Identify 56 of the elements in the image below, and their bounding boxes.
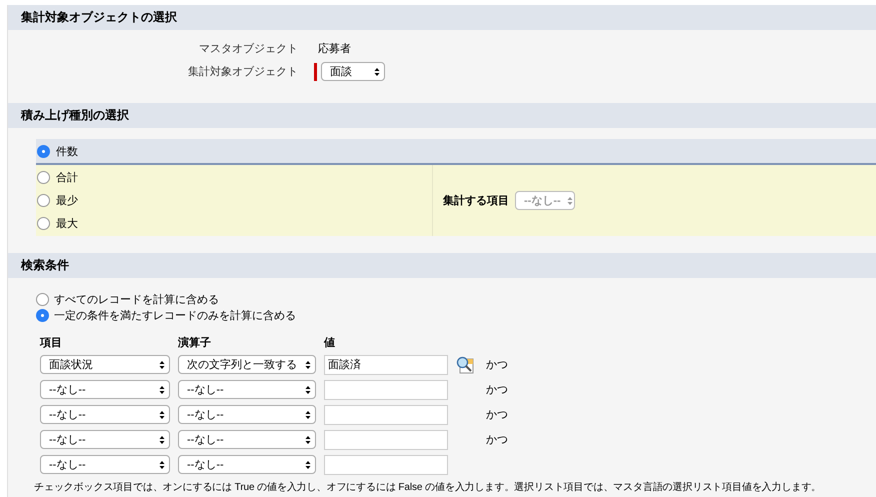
- field-label: 集計する項目: [443, 194, 509, 208]
- dropdown[interactable]: --なし--: [40, 405, 170, 424]
- dropdown[interactable]: --なし--: [40, 430, 170, 449]
- dropdown[interactable]: 面談状況: [40, 355, 170, 374]
- updown-arrow-icon: [159, 460, 165, 470]
- dropdown[interactable]: 次の文字列と一致する: [178, 355, 316, 374]
- option-label: 最少: [56, 194, 78, 208]
- search-icon[interactable]: [456, 356, 474, 374]
- field-label: 集計対象オブジェクト: [187, 64, 298, 79]
- conjunction-label: かつ: [486, 384, 508, 396]
- dropdown[interactable]: --なし--: [178, 380, 316, 399]
- value-field[interactable]: [324, 404, 448, 424]
- radio-button[interactable]: [36, 308, 49, 322]
- dropdown[interactable]: --なし--: [40, 380, 170, 399]
- updown-arrow-icon: [159, 434, 165, 444]
- option-label: 一定の条件を満たすレコードのみを計算に含める: [54, 308, 296, 322]
- dropdown[interactable]: --なし--: [40, 455, 170, 474]
- radio-button[interactable]: [36, 292, 49, 306]
- dropdown[interactable]: --なし--: [178, 455, 316, 474]
- field-value: 応募者: [318, 42, 351, 56]
- updown-arrow-icon: [305, 460, 311, 470]
- updown-arrow-icon: [374, 66, 380, 76]
- conjunction-label: かつ: [486, 409, 508, 421]
- value-field[interactable]: [324, 380, 448, 400]
- updown-arrow-icon: [305, 360, 311, 370]
- updown-arrow-icon: [159, 410, 165, 420]
- updown-arrow-icon: [305, 434, 311, 444]
- column-header: 項目: [38, 336, 63, 351]
- column-header: 値: [322, 336, 336, 351]
- option-label: すべてのレコードを計算に含める: [54, 292, 219, 306]
- updown-arrow-icon: [566, 196, 573, 206]
- help-text: チェックボックス項目では、オンにするには True の値を入力し、オフにするには False の値を入力します。選択リスト項目では、マスタ言語の選択リスト項目値を入力します。: [34, 480, 822, 494]
- section-title: 積み上げ種別の選択: [21, 107, 129, 124]
- option-label: 最大: [56, 217, 78, 231]
- field-label: マスタオブジェクト: [198, 42, 298, 56]
- value-field[interactable]: [324, 454, 448, 474]
- conjunction-label: かつ: [486, 434, 508, 446]
- section-title: 集計対象オブジェクトの選択: [21, 9, 177, 26]
- radio-button[interactable]: [37, 217, 50, 230]
- updown-arrow-icon: [305, 384, 311, 394]
- radio-button[interactable]: [37, 144, 50, 158]
- dropdown[interactable]: 面談: [321, 62, 385, 81]
- option-label: 合計: [56, 170, 78, 185]
- radio-button[interactable]: [37, 171, 50, 184]
- value-field[interactable]: [324, 430, 448, 450]
- conjunction-label: かつ: [486, 359, 508, 371]
- column-header: 演算子: [177, 336, 212, 351]
- value-field[interactable]: 面談済: [324, 354, 448, 374]
- section-title: 検索条件: [21, 257, 69, 274]
- updown-arrow-icon: [305, 410, 311, 420]
- radio-button[interactable]: [37, 194, 50, 207]
- dropdown[interactable]: --なし--: [178, 405, 316, 424]
- dropdown[interactable]: --なし--: [178, 430, 316, 449]
- option-label: 件数: [56, 144, 78, 158]
- updown-arrow-icon: [159, 360, 165, 370]
- updown-arrow-icon: [159, 384, 165, 394]
